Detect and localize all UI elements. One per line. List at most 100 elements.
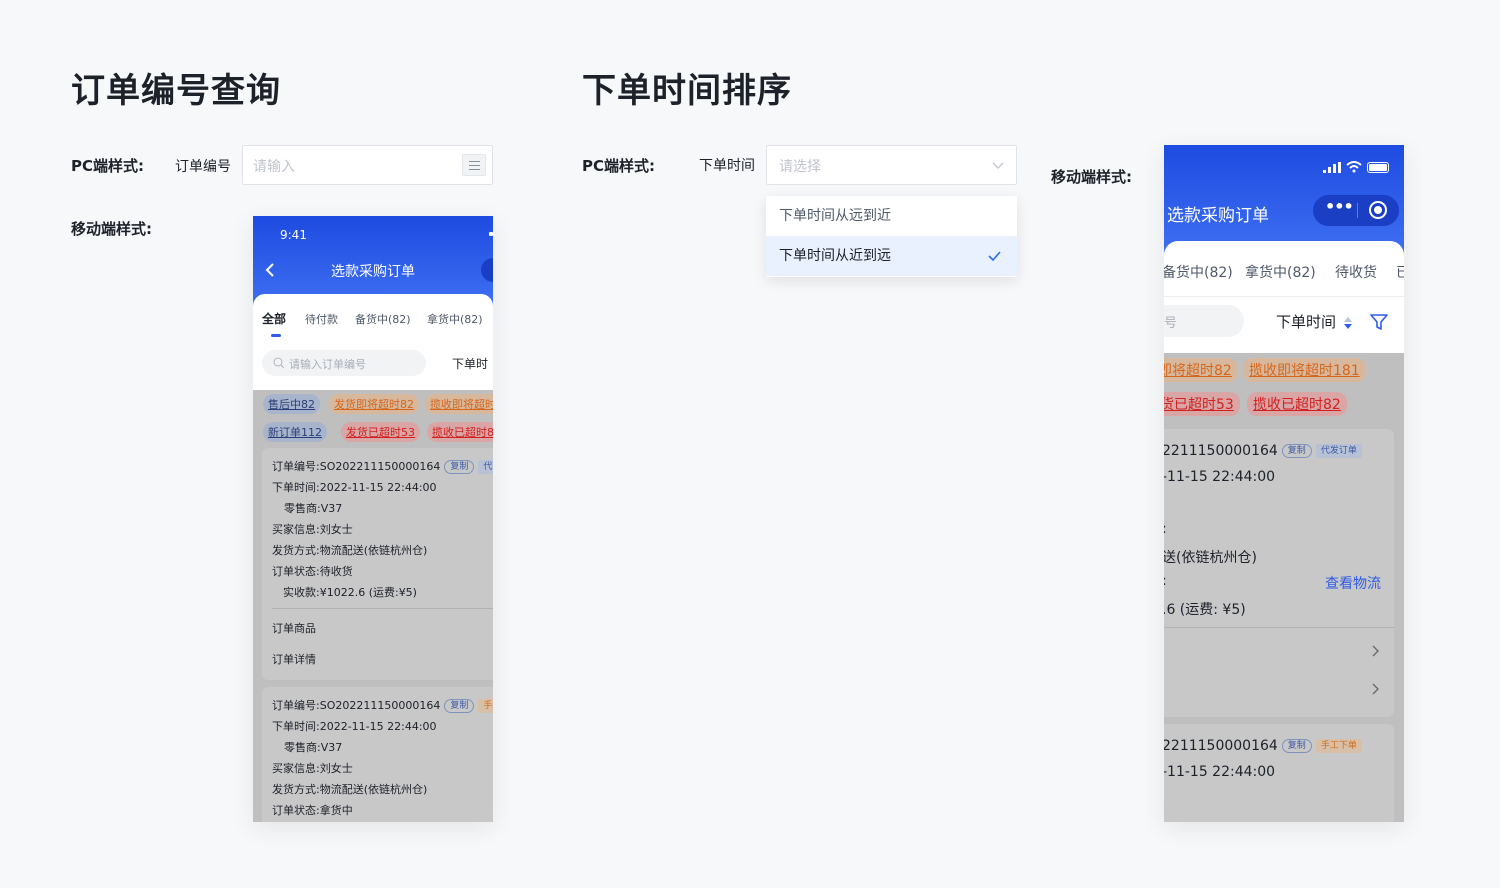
mobile-preview-sort-time: 选款采购订单 ••• 备货中(82) 拿货中(82) 待收货 已 号 下单时间 …	[1164, 145, 1404, 822]
tag-collect-overdue[interactable]: 揽收已超时82	[1247, 392, 1347, 416]
search-icon	[273, 357, 285, 369]
order-card[interactable]: 2211150000164 复制 手工下单 -11-15 22:44:00	[1164, 724, 1394, 822]
copy-button[interactable]: 复制	[444, 460, 475, 474]
sort-button[interactable]: 下单时	[452, 355, 488, 372]
signal-icon	[1323, 162, 1341, 173]
order-status: 订单状态:拿货中	[272, 804, 353, 817]
search-placeholder: 请输入订单编号	[289, 358, 366, 371]
field-colon: :	[1164, 521, 1167, 537]
order-no-line: 订单编号:SO202211150000164复制手工	[272, 697, 493, 713]
order-no: 订单编号:SO202211150000164	[272, 699, 441, 712]
nav-header: 9:41 选款采购订单	[253, 216, 493, 306]
tab-picking[interactable]: 拿货中(82)	[427, 311, 483, 327]
copy-button[interactable]: 复制	[444, 699, 475, 713]
battery-icon	[1367, 162, 1389, 173]
sort-arrows-icon	[1343, 316, 1352, 329]
tag-ship-soon[interactable]: 发货即将超时82	[329, 394, 419, 414]
order-status: 订单状态:待收货	[272, 565, 353, 578]
order-retailer: 零售商:V37	[284, 502, 343, 515]
order-time-select[interactable]: 请选择	[766, 145, 1017, 185]
search-input[interactable]: 号	[1164, 305, 1244, 337]
order-buyer: 买家信息:刘女士	[272, 762, 353, 775]
chevron-down-icon	[992, 162, 1004, 169]
order-amount: 实收款:¥1022.6 (运费:¥5)	[283, 586, 417, 599]
order-no-field-label: 订单编号	[175, 159, 231, 175]
mobile-preview-order-no: 9:41 选款采购订单 全部 待付款 备货中(82) 拿货中(82) 请输入订单…	[253, 216, 493, 822]
order-no-placeholder: 请输入	[253, 159, 295, 175]
order-goods-link[interactable]: 订单商品	[272, 620, 316, 636]
list-icon[interactable]	[462, 154, 486, 176]
mobile-style-label: 移动端样式:	[71, 220, 152, 238]
sort-option-far-to-near[interactable]: 下单时间从远到近	[766, 196, 1017, 236]
order-retailer: 零售商:V37	[284, 741, 343, 754]
view-logistics-link[interactable]: 查看物流	[1325, 573, 1381, 593]
copy-button[interactable]: 复制	[1281, 739, 1312, 753]
nav-header: 选款采购订单 •••	[1164, 145, 1404, 255]
tag-collect-soon[interactable]: 揽收即将超时181	[1243, 358, 1366, 382]
order-time: 下单时间:2022-11-15 22:44:00	[272, 481, 437, 494]
tab-picking[interactable]: 拿货中(82)	[1245, 262, 1316, 282]
battery-icon	[489, 232, 493, 236]
order-detail-link[interactable]: 订单详情	[272, 651, 316, 667]
tag-collect-overdue[interactable]: 揽收已超时8	[427, 422, 493, 442]
copy-button[interactable]: 复制	[1281, 444, 1312, 458]
order-list: 售后中82 发货即将超时82 揽收即将超时 新订单112 发货已超时53 揽收已…	[253, 390, 493, 822]
order-no-line: 订单编号:SO202211150000164复制代发	[272, 458, 493, 474]
filter-icon[interactable]	[1370, 313, 1388, 331]
order-time: -11-15 22:44:00	[1164, 764, 1276, 780]
tab-pending-pay[interactable]: 待付款	[305, 311, 338, 327]
target-icon[interactable]	[1369, 201, 1387, 219]
chevron-right-icon[interactable]	[1372, 683, 1380, 695]
tabs-sheet: 全部 待付款 备货中(82) 拿货中(82) 请输入订单编号 下单时	[253, 294, 493, 390]
sort-option-near-to-far[interactable]: 下单时间从近到远	[766, 236, 1017, 276]
field-colon: :	[1164, 573, 1167, 589]
chevron-right-icon[interactable]	[1372, 645, 1380, 657]
tab-preparing[interactable]: 备货中(82)	[355, 311, 411, 327]
order-type-badge: 手工下单	[1315, 739, 1362, 753]
order-card[interactable]: 2211150000164复制代发订单 -11-15 22:44:00 : 送(…	[1164, 429, 1394, 717]
sort-label: 下单时间	[1276, 313, 1337, 331]
order-ship: 发货方式:物流配送(依链杭州仓)	[272, 783, 428, 796]
card-divider	[272, 608, 493, 609]
check-icon	[988, 251, 1001, 261]
tag-ship-overdue[interactable]: 发货已超时53	[341, 422, 420, 442]
tag-collect-soon[interactable]: 揽收即将超时	[425, 394, 493, 414]
order-list: 即将超时82 揽收即将超时181 货已超时53 揽收已超时82 22111500…	[1164, 353, 1404, 822]
tag-after-sale[interactable]: 售后中82	[263, 394, 320, 414]
tag-ship-soon[interactable]: 即将超时82	[1164, 358, 1238, 382]
tag-ship-overdue[interactable]: 货已超时53	[1164, 392, 1240, 416]
order-no-line: 2211150000164 复制 手工下单	[1164, 738, 1362, 754]
pc-style-label: PC端样式:	[582, 157, 656, 175]
tab-preparing[interactable]: 备货中(82)	[1164, 262, 1233, 282]
order-no: 订单编号:SO202211150000164	[272, 460, 441, 473]
tabs-sheet: 备货中(82) 拿货中(82) 待收货 已 号 下单时间	[1164, 241, 1404, 353]
section-title-order-no: 订单编号查询	[71, 71, 281, 111]
section-title-sort-time: 下单时间排序	[582, 71, 792, 111]
card-divider	[1164, 627, 1394, 628]
order-no-input[interactable]: 请输入	[242, 145, 493, 185]
order-ship: 发货方式:物流配送(依链杭州仓)	[272, 544, 428, 557]
capsule-menu[interactable]: •••	[1313, 195, 1399, 226]
order-no: 2211150000164	[1164, 443, 1278, 459]
tab-all[interactable]: 全部	[262, 310, 286, 327]
pc-style-label: PC端样式:	[71, 157, 145, 175]
order-type-badge: 手工	[478, 699, 493, 713]
tag-new-order[interactable]: 新订单112	[263, 422, 327, 442]
tab-indicator	[271, 334, 281, 337]
tab-to-receive[interactable]: 待收货	[1335, 262, 1377, 282]
order-card[interactable]: 订单编号:SO202211150000164复制代发 下单时间:2022-11-…	[262, 448, 493, 680]
order-type-badge: 代发	[478, 460, 493, 474]
search-input[interactable]: 请输入订单编号	[262, 350, 426, 376]
order-time-field-label: 下单时间	[699, 158, 755, 174]
tabs-divider	[1164, 296, 1404, 297]
wifi-icon	[1346, 161, 1362, 173]
select-placeholder: 请选择	[779, 159, 821, 175]
sort-button[interactable]: 下单时间	[1276, 311, 1353, 332]
tab-more[interactable]: 已	[1396, 262, 1404, 282]
capsule-divider	[1357, 203, 1358, 218]
order-no-line: 2211150000164 复制 代发订单	[1164, 443, 1362, 459]
more-icon[interactable]: •••	[1325, 197, 1354, 216]
order-no: 2211150000164	[1164, 738, 1278, 754]
order-card[interactable]: 订单编号:SO202211150000164复制手工 下单时间:2022-11-…	[262, 687, 493, 822]
order-amount: .6 (运费: ¥5)	[1164, 602, 1246, 618]
